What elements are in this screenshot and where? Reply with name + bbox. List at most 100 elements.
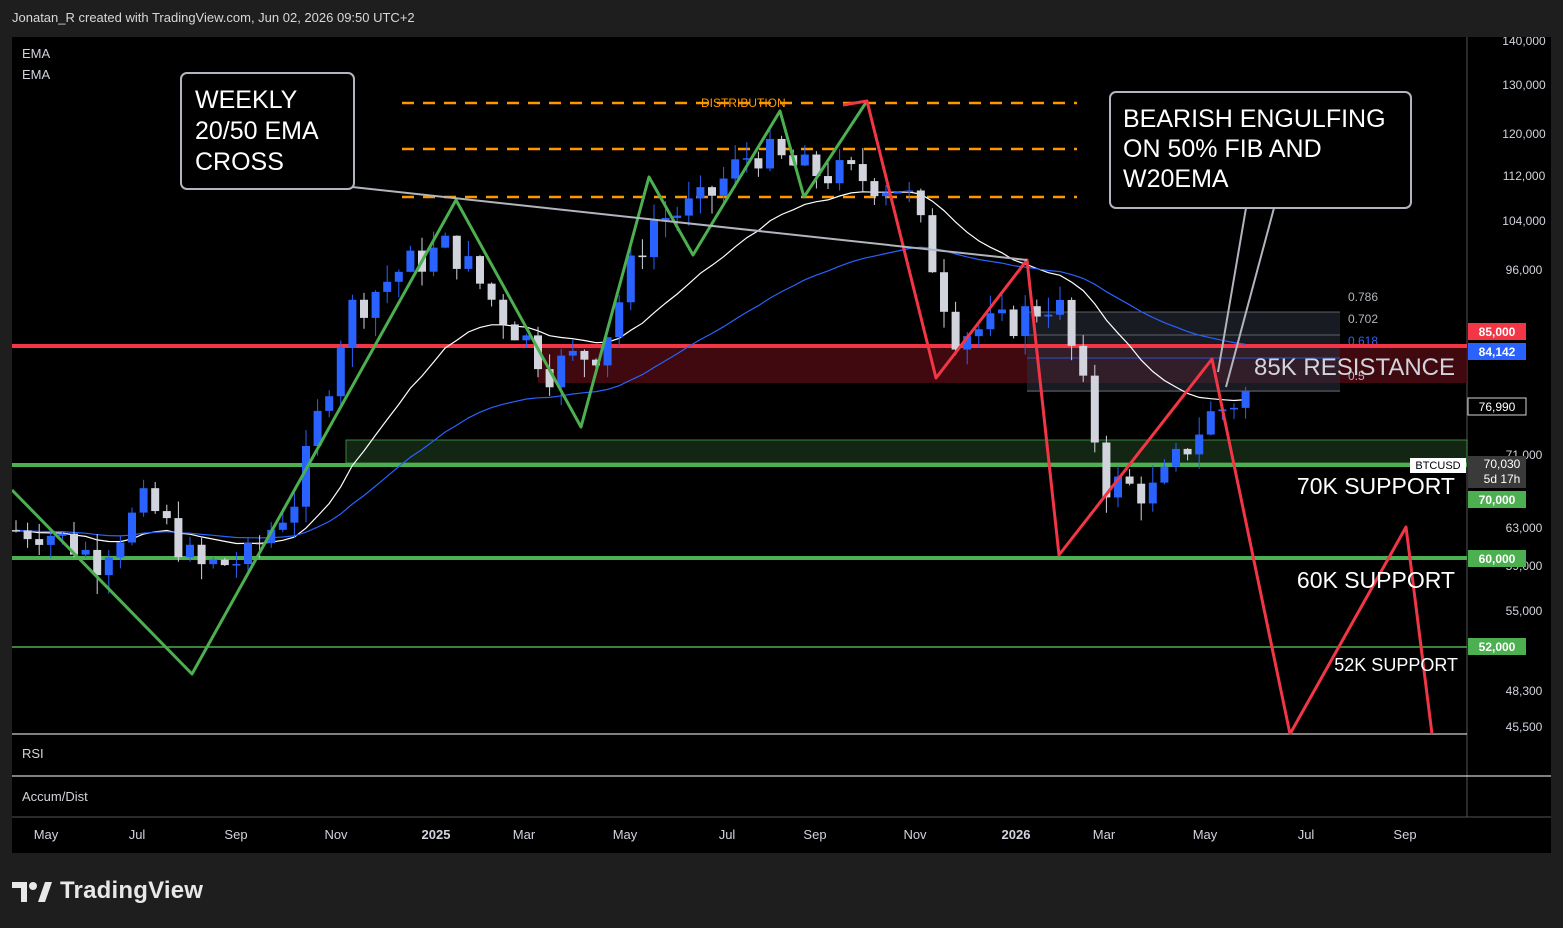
candle-body xyxy=(1044,314,1053,317)
badge-current: 70,030 xyxy=(1484,457,1521,471)
time-tick: Sep xyxy=(803,827,826,842)
time-tick: Mar xyxy=(513,827,536,842)
candle-body xyxy=(336,347,345,397)
label-70k-support: 70K SUPPORT xyxy=(1297,473,1455,499)
time-tick: May xyxy=(34,827,59,842)
price-tick: 96,000 xyxy=(1506,263,1543,277)
candle-body xyxy=(232,564,241,566)
time-tick: Jul xyxy=(719,827,736,842)
time-tick: Sep xyxy=(224,827,247,842)
candle-body xyxy=(905,190,914,193)
candle-body xyxy=(12,530,20,532)
candle-body xyxy=(81,549,90,555)
symbol-tag: BTCUSD xyxy=(1415,460,1460,472)
callout-ema-line-3: CROSS xyxy=(195,148,284,176)
time-axis[interactable]: May Jul Sep Nov 2025 Mar May Jul Sep Nov… xyxy=(34,827,1417,842)
candle-body xyxy=(1125,476,1134,484)
candle-body xyxy=(35,539,44,545)
badge-ema: 84,142 xyxy=(1479,345,1516,359)
pane-label-accum-dist[interactable]: Accum/Dist xyxy=(22,789,88,804)
candle-body xyxy=(580,350,589,360)
candle-body xyxy=(278,522,287,530)
candle-body xyxy=(731,159,740,179)
candle-body xyxy=(406,250,415,272)
price-tick: 63,000 xyxy=(1506,521,1543,535)
candle-body xyxy=(1160,466,1169,483)
pane-label-rsi[interactable]: RSI xyxy=(22,746,44,761)
candle-body xyxy=(974,329,983,337)
candle-body xyxy=(916,190,925,216)
candle-body xyxy=(638,255,647,258)
time-tick: Jul xyxy=(1298,827,1315,842)
candle-body xyxy=(348,299,357,348)
candle-body xyxy=(1056,299,1064,315)
tradingview-logo[interactable]: TradingView xyxy=(12,874,203,908)
distribution-lines xyxy=(402,101,1077,199)
candle-body xyxy=(139,488,148,513)
candle-body xyxy=(325,396,334,411)
candle-body xyxy=(174,518,183,558)
candle-body xyxy=(754,158,763,169)
candle-body xyxy=(1230,407,1238,410)
price-chart[interactable]: 0.786 0.702 0.618 0.5 DISTRIBUTION WEEKL… xyxy=(12,37,1551,853)
label-60k-support: 60K SUPPORT xyxy=(1297,567,1455,593)
candle-body xyxy=(696,187,705,199)
candle-body xyxy=(998,309,1006,314)
candle-body xyxy=(1090,375,1099,443)
distribution-label: DISTRIBUTION xyxy=(701,96,786,110)
candle-body xyxy=(1206,411,1215,435)
candle-body xyxy=(487,283,496,300)
candle-body xyxy=(835,160,844,184)
candle-body xyxy=(684,198,693,216)
callout-bearish-line-2: ON 50% FIB AND xyxy=(1123,135,1322,163)
candle-body xyxy=(499,299,508,325)
time-tick: Nov xyxy=(324,827,348,842)
time-tick: Sep xyxy=(1393,827,1416,842)
candle-body xyxy=(708,187,716,196)
green-zigzag xyxy=(12,100,869,676)
fib-label-702: 0.702 xyxy=(1348,312,1378,326)
price-tick: 45,500 xyxy=(1506,720,1543,734)
candle-body xyxy=(360,299,368,318)
time-tick: May xyxy=(1193,827,1218,842)
candle-body xyxy=(1172,448,1180,467)
time-tick: Jul xyxy=(129,827,146,842)
candle-body xyxy=(151,488,160,512)
candle-body xyxy=(128,512,136,543)
candle-body xyxy=(429,247,438,272)
candle-body xyxy=(800,154,809,166)
label-85k-resistance: 85K RESISTANCE xyxy=(1254,354,1455,381)
candle-body xyxy=(104,557,113,576)
candle-body xyxy=(824,176,832,184)
price-tick: 112,000 xyxy=(1503,169,1546,183)
candle-body xyxy=(186,544,194,558)
legend-ema-1[interactable]: EMA xyxy=(22,46,50,61)
candle-body xyxy=(986,313,995,330)
candle-body xyxy=(394,271,403,282)
candle-body xyxy=(1009,309,1018,337)
candle-body xyxy=(510,324,519,341)
candle-body xyxy=(1241,390,1250,408)
support-zone xyxy=(345,439,1468,464)
candle-body xyxy=(209,559,218,565)
candle-body xyxy=(371,291,380,318)
candle-body xyxy=(847,160,856,165)
callout-bearish-line-1: BEARISH ENGULFING xyxy=(1123,105,1386,133)
price-axis[interactable]: 140,000 130,000 120,000 112,000 104,000 … xyxy=(1502,37,1546,734)
badge-support-52: 52,000 xyxy=(1479,640,1516,654)
candle-body xyxy=(766,138,774,169)
time-tick: 2026 xyxy=(1002,827,1031,842)
legend-ema-2[interactable]: EMA xyxy=(22,67,50,82)
price-tick: 130,000 xyxy=(1502,78,1546,92)
candle-body xyxy=(1067,299,1076,346)
chart-frame[interactable]: 0.786 0.702 0.618 0.5 DISTRIBUTION WEEKL… xyxy=(12,37,1551,853)
candle-body xyxy=(93,549,102,576)
candle-body xyxy=(290,506,299,523)
candle-body xyxy=(615,302,624,338)
candle-body xyxy=(1021,306,1030,337)
candle-body xyxy=(626,255,635,303)
badge-last: 76,990 xyxy=(1479,400,1516,414)
candle-body xyxy=(1183,448,1192,455)
time-tick: Nov xyxy=(903,827,927,842)
candle-body xyxy=(46,535,55,545)
